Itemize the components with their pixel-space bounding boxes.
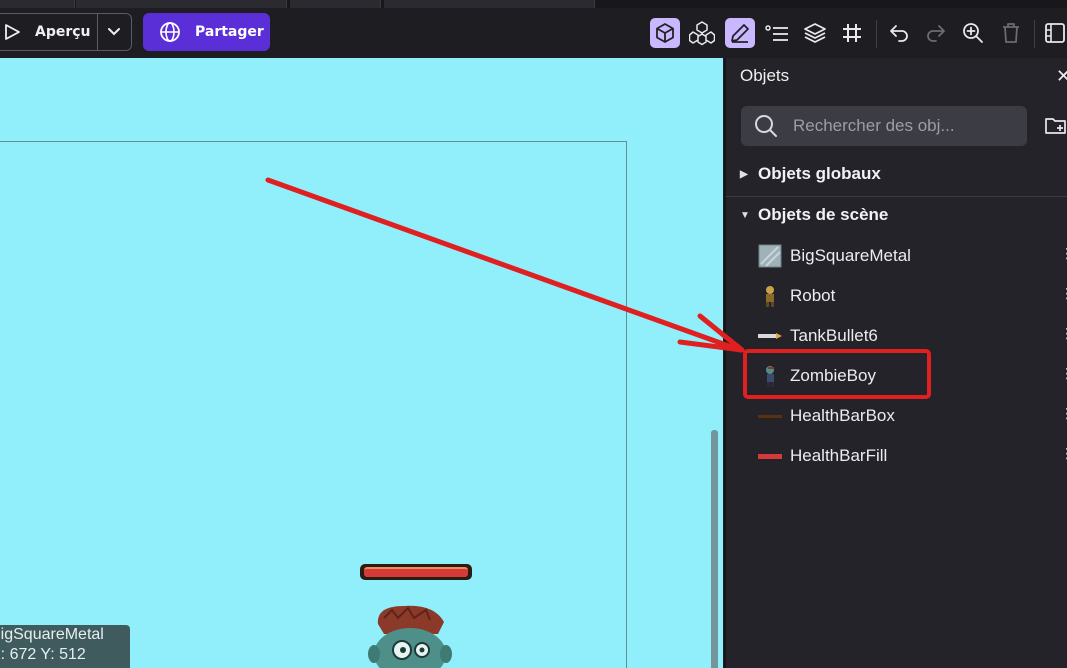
group-label: Objets de scène xyxy=(758,205,889,224)
object-item-tankbullet6[interactable]: TankBullet6 ⋮ xyxy=(758,320,1067,352)
share-button[interactable]: Partager xyxy=(143,13,270,51)
cubes-icon[interactable] xyxy=(687,18,717,48)
healthbar-sprite[interactable] xyxy=(360,564,472,580)
group-label: Objets globaux xyxy=(758,164,881,183)
properties-icon[interactable] xyxy=(1040,18,1067,48)
healthbar-fill xyxy=(364,567,468,577)
layers-icon[interactable] xyxy=(800,18,830,48)
object-item-healthbarbox[interactable]: HealthBarBox ⋮ xyxy=(758,400,1067,432)
object-name: HealthBarBox xyxy=(790,406,895,425)
chevron-right-icon: ▶ xyxy=(740,168,748,180)
toolbar-divider xyxy=(1034,20,1035,48)
object-item-bigsquaremetal[interactable]: BigSquareMetal ⋮ xyxy=(758,240,1067,272)
more-options-icon[interactable]: ⋮ xyxy=(1060,366,1067,382)
trash-icon[interactable] xyxy=(996,18,1026,48)
editor-tab-strip xyxy=(0,0,1067,8)
list-icon[interactable] xyxy=(762,18,792,48)
group-scene-objects[interactable]: ▼ Objets de scène xyxy=(740,205,888,225)
redo-icon[interactable] xyxy=(921,18,951,48)
group-divider xyxy=(726,196,1067,197)
editor-tab[interactable] xyxy=(0,0,75,8)
healthbar-box-icon xyxy=(758,404,782,428)
preview-button[interactable]: Aperçu xyxy=(35,24,91,40)
bullet-icon xyxy=(758,324,782,348)
tooltip-object-name: BigSquareMetal xyxy=(0,626,104,643)
chevron-down-icon: ▼ xyxy=(740,209,750,221)
editor-tab[interactable] xyxy=(290,0,381,8)
cursor-coordinates-tooltip: BigSquareMetal X: 672 Y: 512 xyxy=(0,625,130,668)
toolbar-divider xyxy=(876,20,877,48)
scene-toolbar: Aperçu Partager xyxy=(0,8,1067,58)
play-icon[interactable] xyxy=(1,21,23,43)
more-options-icon[interactable]: ⋮ xyxy=(1060,326,1067,342)
search-input[interactable] xyxy=(791,115,1015,137)
more-options-icon[interactable]: ⋮ xyxy=(1060,286,1067,302)
object-item-healthbarfill[interactable]: HealthBarFill ⋮ xyxy=(758,440,1067,472)
chevron-down-icon[interactable] xyxy=(103,22,125,42)
objects-panel: Objets ✕ ▶ Objets globaux ▼ Objets de sc… xyxy=(724,58,1067,668)
share-button-label: Partager xyxy=(195,24,264,40)
object-name: TankBullet6 xyxy=(790,326,878,345)
search-icon xyxy=(755,115,777,137)
scene-vertical-scrollbar[interactable] xyxy=(711,430,718,668)
scene-bounds xyxy=(0,141,627,668)
grid-icon[interactable] xyxy=(837,18,867,48)
object-name: HealthBarFill xyxy=(790,446,888,465)
pencil-icon[interactable] xyxy=(725,18,755,48)
object-item-robot[interactable]: Robot ⋮ xyxy=(758,280,1067,312)
search-box[interactable] xyxy=(741,106,1027,146)
object-name: BigSquareMetal xyxy=(790,246,911,265)
undo-icon[interactable] xyxy=(884,18,914,48)
object-name: Robot xyxy=(790,286,836,305)
more-options-icon[interactable]: ⋮ xyxy=(1060,446,1067,462)
zoom-icon[interactable] xyxy=(958,18,988,48)
preview-divider xyxy=(97,14,98,50)
group-global-objects[interactable]: ▶ Objets globaux xyxy=(740,164,881,184)
more-options-icon[interactable]: ⋮ xyxy=(1060,406,1067,422)
3d-cube-icon[interactable] xyxy=(650,18,680,48)
object-item-zombieboy[interactable]: ZombieBoy ⋮ xyxy=(758,360,1067,392)
metal-square-icon xyxy=(758,244,782,268)
add-folder-icon[interactable] xyxy=(1044,114,1067,138)
robot-icon xyxy=(758,284,782,308)
editor-tab[interactable] xyxy=(384,0,595,8)
scene-canvas[interactable]: BigSquareMetal X: 672 Y: 512 xyxy=(0,58,723,668)
tooltip-coordinates: X: 672 Y: 512 xyxy=(0,646,86,663)
zombie-sprite[interactable] xyxy=(364,604,454,668)
object-name: ZombieBoy xyxy=(790,366,876,385)
panel-title: Objets xyxy=(740,66,790,85)
healthbar-fill-icon xyxy=(758,444,782,468)
globe-icon xyxy=(160,22,180,42)
close-icon[interactable]: ✕ xyxy=(1056,66,1067,87)
preview-button-group: Aperçu xyxy=(0,13,132,51)
zombie-icon xyxy=(758,364,782,388)
more-options-icon[interactable]: ⋮ xyxy=(1060,246,1067,262)
editor-tab[interactable] xyxy=(76,0,287,8)
